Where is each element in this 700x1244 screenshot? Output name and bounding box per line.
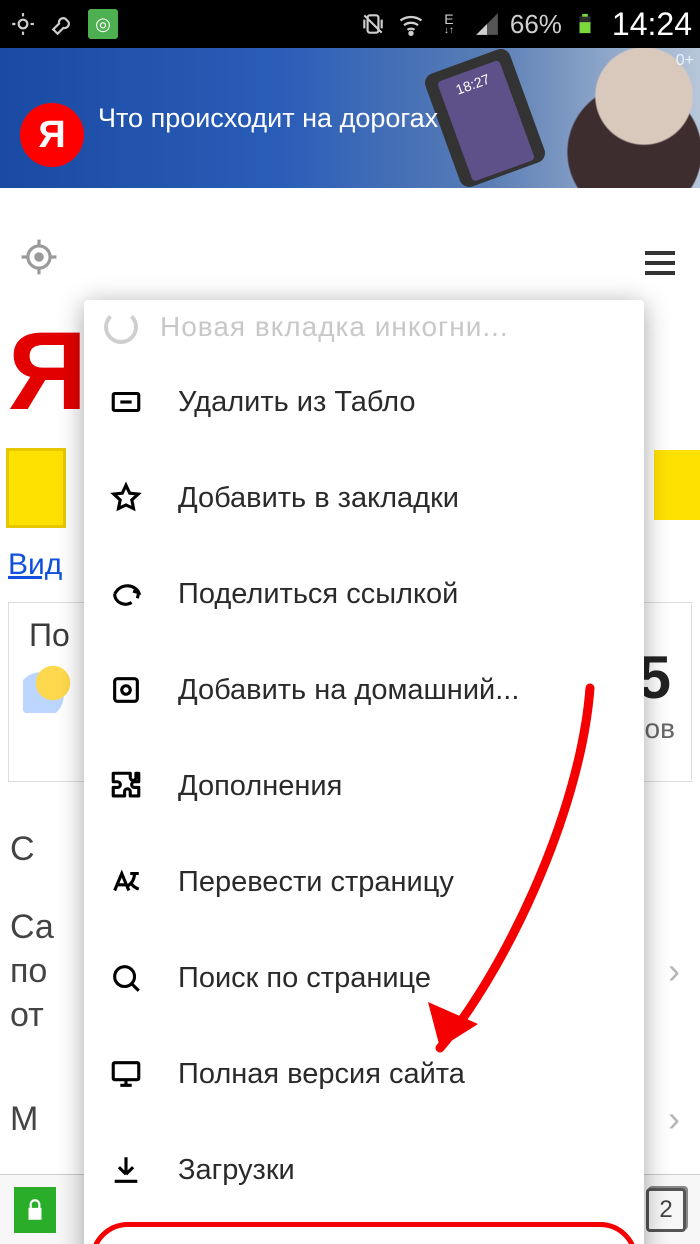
banner-person-image <box>530 48 700 188</box>
weather-icon <box>23 663 73 713</box>
search-button-fragment[interactable] <box>654 450 700 520</box>
menu-item-share-link[interactable]: Поделиться ссылкой <box>84 546 644 642</box>
menu-item-desktop-site[interactable]: Полная версия сайта <box>84 1026 644 1122</box>
star-icon <box>106 478 146 518</box>
homescreen-icon <box>106 670 146 710</box>
menu-top-incognito[interactable]: Новая вкладка инкогни... <box>84 300 644 354</box>
menu-item-label: Новая вкладка инкогни... <box>160 311 509 343</box>
tabs-count: 2 <box>659 1196 672 1224</box>
banner-phone-image <box>422 48 548 188</box>
menu-item-add-bookmark[interactable]: Добавить в закладки <box>84 450 644 546</box>
clock: 14:24 <box>612 6 692 43</box>
browser-menu: Новая вкладка инкогни... Удалить из Табл… <box>84 300 644 1244</box>
menu-item-label: Перевести страницу <box>178 866 454 899</box>
menu-item-settings[interactable]: Настройки <box>90 1222 638 1244</box>
wifi-icon <box>396 9 426 39</box>
video-link[interactable]: Вид <box>8 548 62 582</box>
menu-item-downloads[interactable]: Загрузки <box>84 1122 644 1218</box>
tabs-count-button[interactable]: 2 <box>646 1188 686 1232</box>
gps-status-icon <box>8 9 38 39</box>
translate-icon <box>106 862 146 902</box>
incognito-icon <box>104 310 138 344</box>
menu-item-label: Удалить из Табло <box>178 386 416 419</box>
search-icon <box>106 958 146 998</box>
news-banner[interactable]: Я Что происходит на дорогах 0+ <box>0 48 700 188</box>
page-content: Я Вид По 5 ов С Са по › от М › 2 Новая в… <box>0 188 700 1244</box>
menu-item-label: Добавить на домашний... <box>178 674 519 707</box>
search-box-fragment[interactable] <box>6 448 66 528</box>
location-icon[interactable] <box>20 238 58 281</box>
menu-item-label: Добавить в закладки <box>178 482 459 515</box>
menu-item-label: Полная версия сайта <box>178 1058 465 1091</box>
wrench-icon <box>48 9 78 39</box>
download-icon <box>106 1150 146 1190</box>
row-text: М <box>10 1100 38 1139</box>
yandex-logo-letter: Я <box>8 308 87 435</box>
vibrate-icon <box>358 9 388 39</box>
chevron-right-icon: › <box>668 1098 680 1140</box>
network-type-icon: E↓↑ <box>434 9 464 39</box>
share-icon <box>106 574 146 614</box>
monitor-icon <box>106 1054 146 1094</box>
menu-item-find-in-page[interactable]: Поиск по странице <box>84 930 644 1026</box>
tablo-remove-icon <box>106 382 146 422</box>
battery-percent: 66% <box>510 9 562 40</box>
yandex-logo-circle: Я <box>20 103 84 167</box>
menu-item-label: Дополнения <box>178 770 342 803</box>
hamburger-menu-icon[interactable] <box>640 243 680 288</box>
app-status-icon: ◎ <box>88 9 118 39</box>
signal-icon <box>472 9 502 39</box>
menu-item-remove-tablo[interactable]: Удалить из Табло <box>84 354 644 450</box>
menu-item-label: Загрузки <box>178 1154 295 1187</box>
menu-item-translate[interactable]: Перевести страницу <box>84 834 644 930</box>
battery-icon <box>570 9 600 39</box>
secure-lock-icon[interactable] <box>14 1187 56 1233</box>
weather-suffix: ов <box>645 713 675 745</box>
menu-item-label: Поиск по странице <box>178 962 431 995</box>
banner-text: Что происходит на дорогах <box>98 103 438 134</box>
menu-item-add-homescreen[interactable]: Добавить на домашний... <box>84 642 644 738</box>
menu-item-label: Поделиться ссылкой <box>178 578 458 611</box>
status-bar: ◎ E↓↑ 66% 14:24 <box>0 0 700 48</box>
puzzle-icon <box>106 766 146 806</box>
menu-item-addons[interactable]: Дополнения <box>84 738 644 834</box>
age-rating-badge: 0+ <box>676 52 694 70</box>
card-label: По <box>29 617 70 653</box>
